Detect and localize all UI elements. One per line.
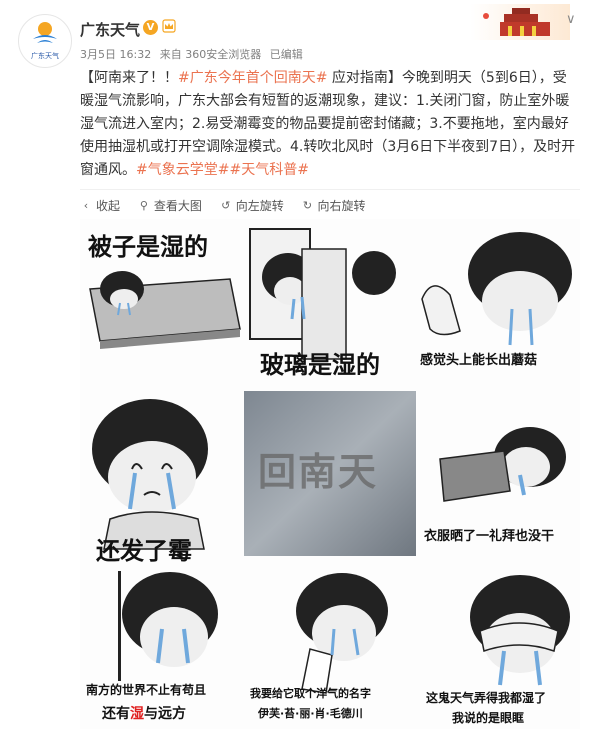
chevron-left-icon: ‹ <box>83 198 89 212</box>
avatar-label: 广东天气 <box>31 52 59 60</box>
view-large-label: 查看大图 <box>153 198 202 213</box>
post-text-intro: 【阿南来了！！ <box>80 70 178 86</box>
caption-south-line1: 南方的世界不止有苟且 <box>86 683 207 697</box>
post-content: 【阿南来了！！#广东今年首个回南天# 应对指南】今晚到明天（5到6日），受暖湿气… <box>80 67 580 182</box>
post-source: 来自 360安全浏览器 <box>159 48 262 61</box>
caption-clothes: 衣服晒了一礼拜也没干 <box>424 529 555 544</box>
rotate-left-button[interactable]: ↺ 向左旋转 <box>220 195 284 215</box>
caption-south-highlight: 湿 <box>130 706 144 722</box>
caption-eyes-line2: 我说的是眼眶 <box>452 711 525 725</box>
user-name[interactable]: 广东天气 <box>80 19 140 40</box>
decoration-banner-icon <box>470 4 570 40</box>
chevron-down-icon[interactable]: ∨ <box>566 12 576 27</box>
caption-name-line1: 我要给它取个洋气的名字 <box>250 687 371 700</box>
meme-center-text: 回南天 <box>258 450 379 494</box>
caption-south-part-c: 与远方 <box>144 706 186 722</box>
caption-name-line2: 伊芙·苔·丽·肖·毛德川 <box>258 707 363 720</box>
rotate-right-button[interactable]: ↻ 向右旋转 <box>302 195 366 215</box>
caption-glass: 玻璃是湿的 <box>260 351 380 379</box>
topic-tag-weather-class[interactable]: #气象云学堂# <box>136 162 229 178</box>
magnify-icon: ⚲ <box>139 198 148 212</box>
topic-tag-huinantian[interactable]: #广东今年首个回南天# <box>178 70 327 86</box>
topic-tag-weather-science[interactable]: #天气科普# <box>229 162 308 178</box>
image-toolbar: ‹ 收起 ⚲ 查看大图 ↺ 向左旋转 ↻ 向右旋转 <box>80 195 380 215</box>
caption-bed: 被子是湿的 <box>88 233 208 261</box>
view-large-button[interactable]: ⚲ 查看大图 <box>138 195 202 215</box>
rotate-left-label: 向左旋转 <box>235 198 284 213</box>
rotate-left-icon: ↺ <box>221 198 231 212</box>
crown-icon <box>162 19 176 33</box>
weibo-post: 广东天气 广东天气 V 3月5日 16:32 来自 360安全浏览器 已编辑 ∨… <box>0 0 595 739</box>
post-time[interactable]: 3月5日 16:32 <box>80 48 151 61</box>
meme-image[interactable]: 回南天 被子是湿的 玻璃是湿的 感觉头上能长出蘑菇 还发了霉 衣服晒了一礼拜也没… <box>80 219 580 729</box>
collapse-button[interactable]: ‹ 收起 <box>80 195 120 215</box>
divider <box>80 189 580 190</box>
avatar[interactable]: 广东天气 <box>18 14 72 68</box>
rotate-right-icon: ↻ <box>302 198 313 212</box>
caption-south-line2: 还有湿与远方 <box>102 703 186 723</box>
verified-badge-icon: V <box>143 20 158 35</box>
caption-south-part-a: 还有 <box>102 706 130 722</box>
rotate-right-label: 向右旋转 <box>317 198 366 213</box>
edited-label[interactable]: 已编辑 <box>270 48 303 61</box>
caption-mushroom: 感觉头上能长出蘑菇 <box>420 353 538 368</box>
collapse-label: 收起 <box>96 198 121 213</box>
caption-eyes-line1: 这鬼天气弄得我都湿了 <box>426 691 547 705</box>
caption-mold: 还发了霉 <box>96 537 192 565</box>
post-meta: 3月5日 16:32 来自 360安全浏览器 已编辑 <box>80 46 308 62</box>
